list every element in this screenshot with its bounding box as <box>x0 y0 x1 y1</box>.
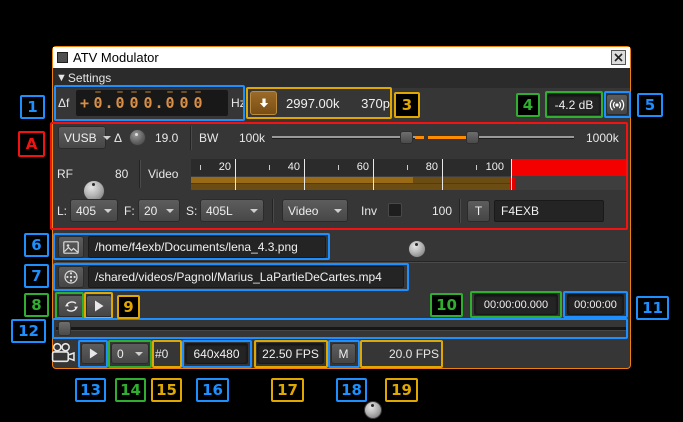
annotation-label-8: 8 <box>24 293 49 317</box>
annotation-label-13: 13 <box>75 378 106 402</box>
annotation-label-15: 15 <box>151 378 182 402</box>
annotation-label-18: 18 <box>336 378 367 402</box>
annotation-box-16 <box>182 340 252 368</box>
annotation-label-6: 6 <box>24 233 49 257</box>
annotation-box-18 <box>328 340 360 368</box>
annotation-box-13 <box>78 340 108 368</box>
annotation-box-9 <box>84 292 113 319</box>
camera-icon <box>49 342 77 366</box>
screenshot-root: ATV Modulator ▼ Settings Δf + 0 . 0 0 0 … <box>0 0 683 422</box>
annotation-label-9: 9 <box>117 295 140 319</box>
title-bar[interactable]: ATV Modulator <box>53 47 630 68</box>
annotation-label-10: 10 <box>430 293 463 317</box>
annotation-box-8 <box>55 292 84 319</box>
collapse-arrow-icon: ▼ <box>56 72 67 84</box>
window-title: ATV Modulator <box>73 51 159 64</box>
annotation-box-A <box>50 122 628 230</box>
annotation-box-3 <box>246 87 392 119</box>
annotation-label-17: 17 <box>271 378 304 402</box>
annotation-label-12: 12 <box>11 319 46 343</box>
annotation-label-7: 7 <box>24 264 49 288</box>
annotation-box-12 <box>52 318 628 339</box>
annotation-label-19: 19 <box>385 378 418 402</box>
annotation-label-3: 3 <box>394 92 420 118</box>
annotation-label-5: 5 <box>637 93 663 117</box>
annotation-label-16: 16 <box>196 378 229 402</box>
annotation-box-17 <box>254 340 328 368</box>
manual-fps-knob[interactable] <box>364 401 382 419</box>
annotation-box-5 <box>604 91 631 118</box>
annotation-label-4: 4 <box>516 93 540 117</box>
settings-header-label: Settings <box>68 71 111 85</box>
annotation-box-10 <box>470 291 562 318</box>
close-button[interactable] <box>611 50 626 65</box>
annotation-label-A: A <box>18 131 45 157</box>
annotation-label-14: 14 <box>115 378 146 402</box>
annotation-box-6 <box>53 233 330 260</box>
window-icon <box>57 52 68 63</box>
annotation-box-11 <box>563 291 628 318</box>
annotation-box-15 <box>152 340 182 368</box>
close-icon <box>614 53 623 62</box>
annotation-label-1: 1 <box>20 95 45 119</box>
annotation-box-7 <box>53 263 409 291</box>
annotation-label-11: 11 <box>636 296 669 320</box>
annotation-box-19 <box>360 340 443 368</box>
uniform-level-knob[interactable] <box>408 240 426 258</box>
annotation-box-1 <box>54 85 245 121</box>
annotation-box-4 <box>545 91 603 118</box>
annotation-box-14 <box>108 340 152 368</box>
